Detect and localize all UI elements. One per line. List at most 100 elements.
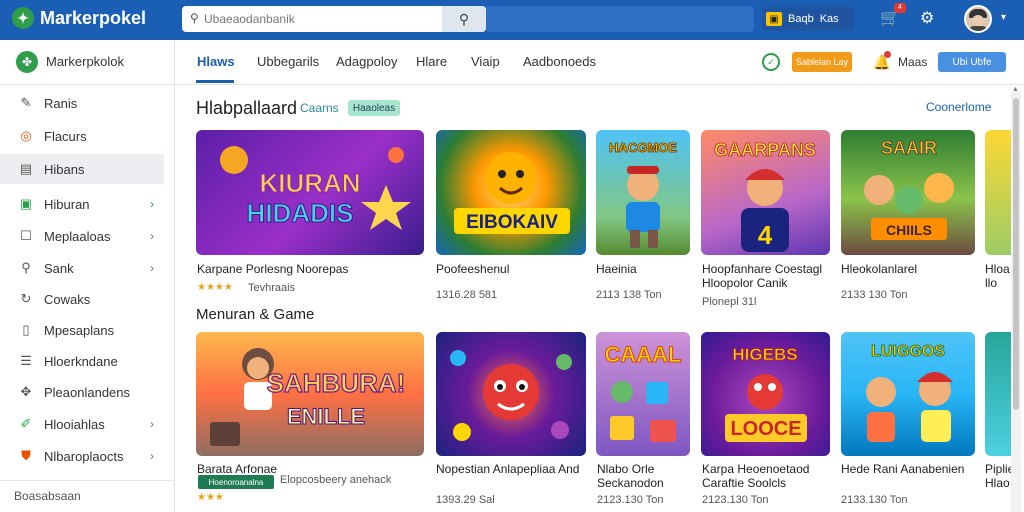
tab-hlare[interactable]: Hlare	[416, 54, 447, 69]
game-title[interactable]: Karpane Porlesng Noorepas	[197, 262, 423, 276]
game-card-art[interactable]: SAAIR CHIILS	[841, 130, 975, 255]
tab-hlaws[interactable]: Hlaws	[197, 54, 235, 69]
section-title: Menuran & Game	[196, 306, 315, 323]
search-extension	[486, 6, 754, 32]
blue-action-button[interactable]: Ubi Ubfe	[938, 52, 1006, 72]
refresh-icon: ↻	[20, 291, 32, 306]
puzzle-icon: ✥	[20, 384, 32, 399]
sidebar-header-label: Markerpkolok	[46, 54, 125, 69]
see-more-link[interactable]: Coonerlome	[926, 100, 991, 114]
chevron-down-icon[interactable]: ▾	[1001, 12, 1006, 23]
game-title[interactable]: Hleokolanlarel	[841, 262, 917, 276]
search-bar: ⚲ ⚲	[182, 6, 486, 32]
notification-dot	[884, 51, 891, 58]
sidebar-item-hiburan[interactable]: ▣ Hiburan ›	[0, 189, 164, 219]
promo-button[interactable]: ▣ Baqb Kas	[762, 7, 854, 31]
game-card-art[interactable]: GAARPANS 4	[701, 130, 830, 255]
sidebar-item-sank[interactable]: ⚲ Sank ›	[0, 253, 164, 283]
scroll-up-icon[interactable]: ▲	[1012, 86, 1019, 93]
game-card-art[interactable]: EIBOKAIV	[436, 130, 586, 255]
game-art-6: SAHBURA! ENILLE	[210, 348, 406, 446]
game-title[interactable]: Poofeeshenul	[436, 262, 509, 276]
game-meta: 2133 130 Ton	[841, 289, 908, 301]
search-button[interactable]: ⚲	[442, 6, 486, 32]
brand-name: Markerpokel	[40, 7, 147, 28]
game-card-art[interactable]: HIGEBS LOOCE	[701, 332, 830, 456]
game-title[interactable]: Haeinia	[596, 262, 637, 276]
sidebar-item-label: Meplaaloas	[44, 228, 111, 244]
chevron-right-icon: ›	[150, 229, 154, 243]
svg-text:HIGEBS: HIGEBS	[732, 345, 797, 364]
status-icon[interactable]: ✓	[762, 53, 780, 71]
game-title[interactable]: Nopestian Anlapepliaa And	[436, 462, 586, 476]
game-art-8: CAAAL	[604, 342, 682, 442]
sidebar-item-nlbaroplaocts[interactable]: ⛊ Nlbaroplaocts ›	[0, 441, 164, 471]
sidebar-item-label: Hloerkndane	[44, 353, 118, 369]
avatar[interactable]	[964, 5, 992, 33]
section-pill[interactable]: Haaoleas	[348, 100, 400, 116]
sidebar-item-pleaonlandens[interactable]: ✥ Pleaonlandens	[0, 377, 164, 407]
brand-logo-icon: ✦	[12, 7, 34, 29]
tab-viaip[interactable]: Viaip	[471, 54, 500, 69]
bell-label[interactable]: Maas	[898, 55, 927, 69]
orange-circle-icon: ◎	[20, 128, 32, 143]
sidebar-item-cowaks[interactable]: ↻ Cowaks	[0, 284, 164, 314]
game-art-1: KIURAN HIDADIS	[220, 146, 411, 230]
svg-text:HIDADIS: HIDADIS	[247, 198, 354, 228]
sidebar-item-label: Hlooiahlas	[44, 416, 105, 432]
game-card-art[interactable]	[985, 130, 1011, 255]
sidebar-item-label: Nlbaroplaocts	[44, 448, 124, 464]
install-badge[interactable]: Hoenoroanalna	[198, 475, 274, 489]
sidebar-header[interactable]: ✤ Markerpkolok	[0, 40, 174, 85]
game-meta: 1393.29 Sal	[436, 494, 495, 506]
svg-text:CHIILS: CHIILS	[886, 222, 932, 238]
sidebar: ✤ Markerpkolok ✎ Ranis ◎ Flacurs ▤ Hiban…	[0, 40, 175, 512]
game-title[interactable]: Hloa llo	[985, 262, 1011, 290]
search-input[interactable]	[182, 6, 456, 32]
game-art-10: LUIGGOS	[866, 343, 953, 442]
sidebar-item-mpesaplans[interactable]: ▯ Mpesaplans	[0, 315, 164, 345]
svg-text:HACGMOE: HACGMOE	[609, 140, 677, 155]
sidebar-item-hlooiahlas[interactable]: ✐ Hlooiahlas ›	[0, 409, 164, 439]
brand[interactable]: ✦ Markerpokel	[12, 7, 146, 29]
search-icon: ⚲	[190, 11, 199, 25]
game-title[interactable]: Hede Rani Aanabenien	[841, 462, 964, 476]
game-card-art[interactable]: KIURAN HIDADIS	[196, 130, 424, 255]
scrollbar-thumb[interactable]	[1013, 98, 1019, 410]
sidebar-divider	[0, 480, 174, 481]
gear-icon[interactable]: ⚙	[920, 8, 934, 28]
tab-aadbonoeds[interactable]: Aadbonoeds	[523, 54, 596, 69]
tool-icon: ✐	[20, 416, 32, 431]
chevron-right-icon: ›	[150, 197, 154, 211]
active-tab-indicator	[196, 80, 234, 83]
game-card-art[interactable]: LUIGGOS	[841, 332, 975, 456]
sidebar-item-ranis[interactable]: ✎ Ranis	[0, 88, 164, 118]
section-subtitle[interactable]: Caarns	[300, 101, 339, 115]
svg-text:4: 4	[758, 220, 773, 250]
sidebar-item-label: Ranis	[44, 95, 78, 111]
sidebar-footer[interactable]: Boasabsaan	[14, 489, 81, 503]
game-title[interactable]: Hoopfanhare Coestagl Hloopolor Canik	[702, 262, 832, 290]
game-art-3: HACGMOE	[609, 140, 678, 248]
game-card-art[interactable]: HACGMOE	[596, 130, 690, 255]
game-title[interactable]: Nlabo Orle Seckanodon	[597, 462, 691, 490]
tab-adagpoloy[interactable]: Adagpoloy	[336, 54, 397, 69]
game-title[interactable]: Karpa Heoenoetaod Caraftie Soolcls	[702, 462, 832, 490]
game-card-art[interactable]: SAHBURA! ENILLE	[196, 332, 424, 456]
game-card-art[interactable]	[436, 332, 586, 456]
game-art-7	[450, 350, 572, 441]
svg-text:GAARPANS: GAARPANS	[714, 140, 816, 160]
orange-action-button[interactable]: Sablelan Lay	[792, 52, 852, 72]
sidebar-item-meplaaloas[interactable]: ☐ Meplaaloas ›	[0, 221, 164, 251]
game-card-art[interactable]: CAAAL	[596, 332, 690, 456]
sidebar-item-flacurs[interactable]: ◎ Flacurs	[0, 121, 164, 151]
game-title[interactable]: Piplie Hlao	[985, 462, 1011, 490]
tab-ubbegarils[interactable]: Ubbegarils	[257, 54, 319, 69]
sidebar-item-label: Mpesaplans	[44, 322, 115, 338]
sidebar-item-hloerkndane[interactable]: ☰ Hloerkndane	[0, 346, 164, 376]
shield-icon: ⛊	[21, 448, 31, 463]
game-card-art[interactable]	[985, 332, 1011, 456]
list-icon: ☰	[20, 353, 32, 368]
game-title[interactable]: Barata Arfonae	[197, 462, 277, 476]
sidebar-item-hibans[interactable]: ▤ Hibans	[0, 154, 164, 184]
